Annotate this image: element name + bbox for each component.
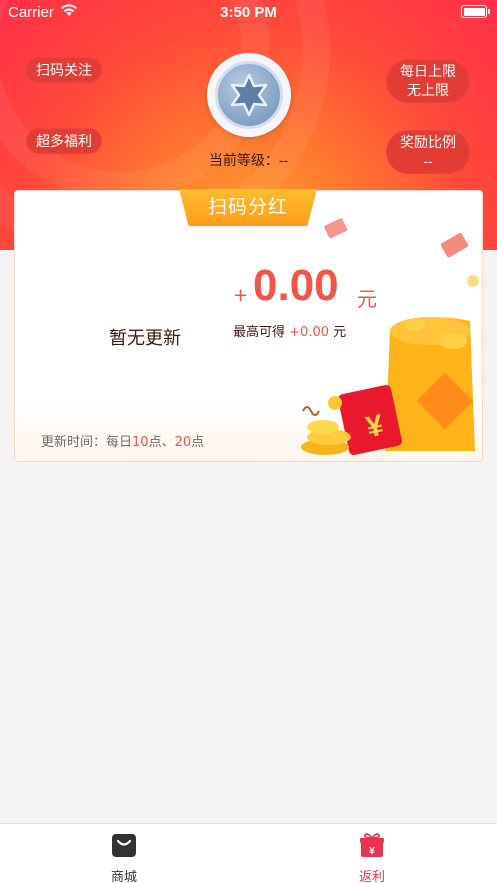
svg-text:¥: ¥ — [369, 846, 375, 857]
update-time-sep: 点、 — [148, 435, 175, 450]
update-hour-2: 20 — [174, 435, 192, 450]
amount-prefix: + — [233, 285, 249, 306]
tab-mall[interactable]: 商城 — [0, 824, 248, 883]
tab-rebate[interactable]: ¥ 返利 — [248, 824, 496, 883]
current-level-label: 当前等级：-- — [208, 152, 289, 168]
card-title-tab: 扫码分红 — [179, 189, 317, 226]
star-icon — [230, 73, 268, 117]
daily-limit-value: 无上限 — [407, 82, 449, 98]
update-time-suffix: 点 — [191, 435, 205, 450]
shopping-bag-icon — [112, 834, 136, 857]
no-update-text: 暂无更新 — [109, 328, 181, 349]
update-time-row: 更新时间：每日10点、20点 — [41, 431, 204, 450]
daily-limit-title: 每日上限 — [400, 63, 456, 79]
gift-icon: ¥ — [360, 833, 384, 857]
update-time-prefix: 更新时间：每日 — [41, 435, 133, 450]
level-badge[interactable] — [207, 53, 291, 137]
battery-icon — [461, 5, 490, 18]
status-time: 3:50 PM — [220, 4, 277, 21]
tab-mall-label: 商城 — [110, 869, 137, 883]
status-bar: Carrier 3:50 PM — [0, 0, 497, 26]
tab-rebate-label: 返利 — [358, 869, 385, 883]
update-hour-1: 10 — [132, 435, 149, 450]
red-envelope-illustration: ¥ — [301, 218, 479, 456]
max-earn-label: 最高可得 — [233, 325, 286, 340]
daily-limit-button[interactable]: 每日上限 无上限 — [386, 59, 470, 103]
scan-dividend-card: 暂无更新 + 0.00 元 最高可得 +0.00 元 更新时间：每日10点、20… — [14, 190, 483, 462]
scan-follow-button[interactable]: 扫码关注 — [26, 57, 102, 83]
bottom-tab-bar: 商城 ¥ 返利 — [0, 823, 497, 883]
